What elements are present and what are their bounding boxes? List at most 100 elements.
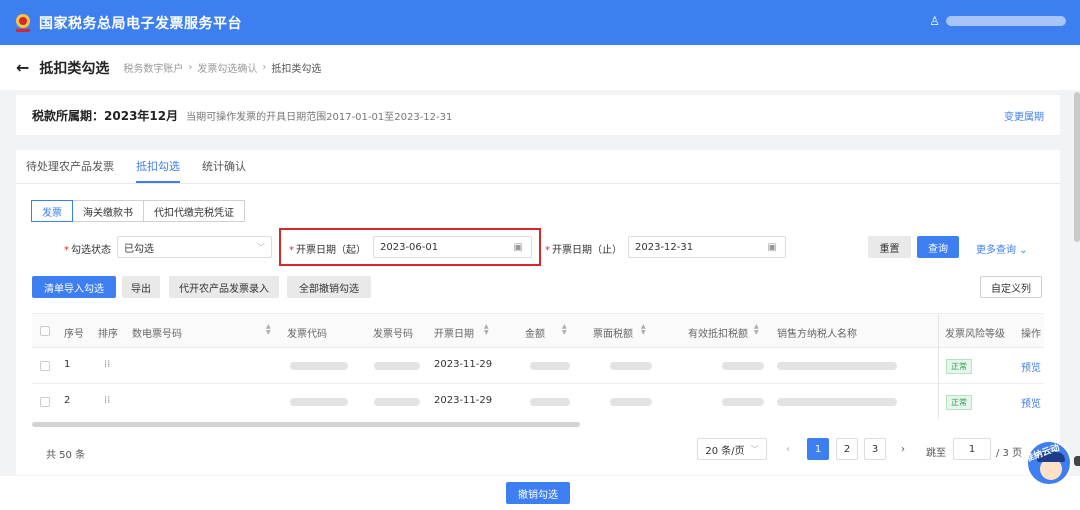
chevron-down-icon: ﹀ xyxy=(257,242,265,252)
cancel-all-button[interactable]: 全部撤销勾选 xyxy=(287,276,371,298)
status-select[interactable]: 已勾选 ﹀ xyxy=(117,236,272,258)
col-valid-tax: 有效抵扣税额 xyxy=(688,329,748,340)
sort-icon[interactable]: ▲ ▼ xyxy=(562,324,567,336)
user-menu[interactable]: ♙ xyxy=(929,14,1066,28)
custom-columns-button[interactable]: 自定义列 xyxy=(980,276,1042,298)
col-tax: 票面税额 xyxy=(593,329,633,340)
page-scrollbar[interactable] xyxy=(1074,92,1080,242)
doc-type-segment: 发票 海关缴款书 代扣代缴完税凭证 xyxy=(31,200,245,222)
export-button[interactable]: 导出 xyxy=(122,276,160,298)
col-seq: 序号 xyxy=(64,329,84,340)
tab-deduction-select[interactable]: 抵扣勾选 xyxy=(136,158,180,183)
col-digital-no: 数电票号码 xyxy=(132,329,182,340)
import-select-button[interactable]: 清单导入勾选 xyxy=(32,276,116,298)
filter-row: * 勾选状态 已勾选 ﹀ * 开票日期（起） 2023-06-01 ▣ * 开票日期（… xyxy=(16,236,1060,260)
cell-tax-redacted xyxy=(610,362,652,370)
cell-amount-redacted xyxy=(530,362,570,370)
bottom-action-bar: 撤销勾选 xyxy=(0,476,1080,510)
page-2-button[interactable]: 2 xyxy=(836,438,858,460)
table-row[interactable]: 2 ⁞⁞ 2023-11-29 正常 预览 xyxy=(32,384,1044,419)
top-bar: 国家税务总局电子发票服务平台 ♙ xyxy=(0,0,1080,45)
seg-invoice[interactable]: 发票 xyxy=(31,200,73,222)
cell-date: 2023-11-29 xyxy=(434,395,493,406)
risk-badge: 正常 xyxy=(946,359,972,374)
agri-entry-button[interactable]: 代开农产品发票录入 xyxy=(169,276,279,298)
tab-agri-invoices[interactable]: 待处理农产品发票 xyxy=(26,158,114,183)
cell-valid-tax-redacted xyxy=(722,362,764,370)
sort-icon[interactable]: ▲ ▼ xyxy=(754,324,759,336)
tab-stat-confirm[interactable]: 统计确认 xyxy=(202,158,246,183)
table-horizontal-scrollbar[interactable] xyxy=(32,422,580,427)
sort-icon[interactable]: ▲ ▼ xyxy=(484,324,489,336)
drag-handle-icon[interactable]: ⁞⁞ xyxy=(104,359,110,370)
end-date-input[interactable]: 2023-12-31 ▣ xyxy=(628,236,786,258)
start-date-input[interactable]: 2023-06-01 ▣ xyxy=(373,236,532,258)
risk-badge: 正常 xyxy=(946,395,972,410)
col-date: 开票日期 xyxy=(434,329,474,340)
fixed-column-divider xyxy=(938,314,939,419)
preview-link[interactable]: 预览 xyxy=(1021,395,1041,410)
breadcrumb-item-current: 抵扣类勾选 xyxy=(271,64,322,75)
drag-handle-icon[interactable]: ⁞⁞ xyxy=(104,395,110,406)
preview-link[interactable]: 预览 xyxy=(1021,359,1041,374)
start-date-value: 2023-06-01 xyxy=(380,241,439,253)
breadcrumb-separator: › xyxy=(262,62,267,73)
cell-tax-redacted xyxy=(610,398,652,406)
query-button[interactable]: 查询 xyxy=(917,236,959,258)
app-title: 国家税务总局电子发票服务平台 xyxy=(39,15,242,32)
prev-page-icon[interactable]: ‹ xyxy=(786,444,790,455)
invoice-table: 序号 排序 数电票号码 ▲ ▼ 发票代码 发票号码 开票日期 ▲ ▼ 金额 ▲ ▼ 票… xyxy=(32,313,1044,419)
start-date-label: * 开票日期（起） xyxy=(289,245,366,256)
jump-input[interactable]: 1 xyxy=(953,438,991,460)
period-card: 税款所属期： 2023年12月 当期可操作发票的开具日期范围2017-01-01… xyxy=(16,95,1060,135)
seg-customs[interactable]: 海关缴款书 xyxy=(72,200,144,222)
status-label: * 勾选状态 xyxy=(64,245,111,256)
row-checkbox[interactable] xyxy=(40,361,50,371)
breadcrumb-item-account[interactable]: 税务数字账户 xyxy=(123,60,183,75)
back-arrow-icon[interactable]: ← xyxy=(16,58,29,77)
page-size-select[interactable]: 20 条/页 ﹀ xyxy=(697,438,767,460)
more-query-link[interactable]: 更多查询 ⌄ xyxy=(976,241,1028,256)
page-3-button[interactable]: 3 xyxy=(864,438,886,460)
col-seller: 销售方纳税人名称 xyxy=(777,329,857,340)
page-total: / 3 页 xyxy=(996,448,1023,459)
next-page-icon[interactable]: › xyxy=(901,444,905,455)
reset-button[interactable]: 重置 xyxy=(868,236,911,258)
select-all-checkbox[interactable] xyxy=(40,326,50,336)
jump-label: 跳至 xyxy=(926,448,946,459)
breadcrumb-item-confirm[interactable]: 发票勾选确认 xyxy=(197,60,257,75)
period-value: 2023年12月 xyxy=(104,108,179,123)
change-period-link[interactable]: 变更属期 xyxy=(1004,108,1044,123)
cell-number-redacted xyxy=(374,362,420,370)
end-date-value: 2023-12-31 xyxy=(635,241,694,253)
page-size-value: 20 条/页 xyxy=(705,445,745,457)
col-amount: 金额 xyxy=(525,329,545,340)
table-header: 序号 排序 数电票号码 ▲ ▼ 发票代码 发票号码 开票日期 ▲ ▼ 金额 ▲ ▼ 票… xyxy=(32,314,1044,348)
page-title: 抵扣类勾选 xyxy=(39,60,110,77)
status-value: 已勾选 xyxy=(124,243,154,255)
user-name-redacted xyxy=(946,16,1066,26)
cell-code-redacted xyxy=(290,398,348,406)
row-checkbox[interactable] xyxy=(40,397,50,407)
mascot-close-tab[interactable] xyxy=(1074,456,1080,466)
cancel-selection-button[interactable]: 撤销勾选 xyxy=(506,482,570,504)
calendar-icon: ▣ xyxy=(513,241,523,253)
page-1-button[interactable]: 1 xyxy=(807,438,829,460)
cell-code-redacted xyxy=(290,362,348,370)
period-hint: 当期可操作发票的开具日期范围2017-01-01至2023-12-31 xyxy=(186,111,453,123)
col-risk: 发票风险等级 xyxy=(945,329,1005,340)
sort-icon[interactable]: ▲ ▼ xyxy=(641,324,646,336)
user-icon: ♙ xyxy=(929,14,940,28)
col-sort: 排序 xyxy=(98,329,118,340)
cell-seq: 1 xyxy=(64,359,71,370)
chevron-down-icon: ﹀ xyxy=(750,444,759,454)
end-date-label: * 开票日期（止） xyxy=(545,245,622,256)
table-row[interactable]: 1 ⁞⁞ 2023-11-29 正常 预览 xyxy=(32,348,1044,384)
sort-icon[interactable]: ▲ ▼ xyxy=(266,324,271,336)
col-number: 发票号码 xyxy=(373,329,413,340)
seg-withholding[interactable]: 代扣代缴完税凭证 xyxy=(143,200,245,222)
pagination: 共 50 条 20 条/页 ﹀ ‹ 1 2 3 › 跳至 1 / 3 页 xyxy=(16,438,1060,464)
calendar-icon: ▣ xyxy=(767,241,777,253)
total-count: 共 50 条 xyxy=(46,450,86,461)
col-code: 发票代码 xyxy=(287,329,327,340)
